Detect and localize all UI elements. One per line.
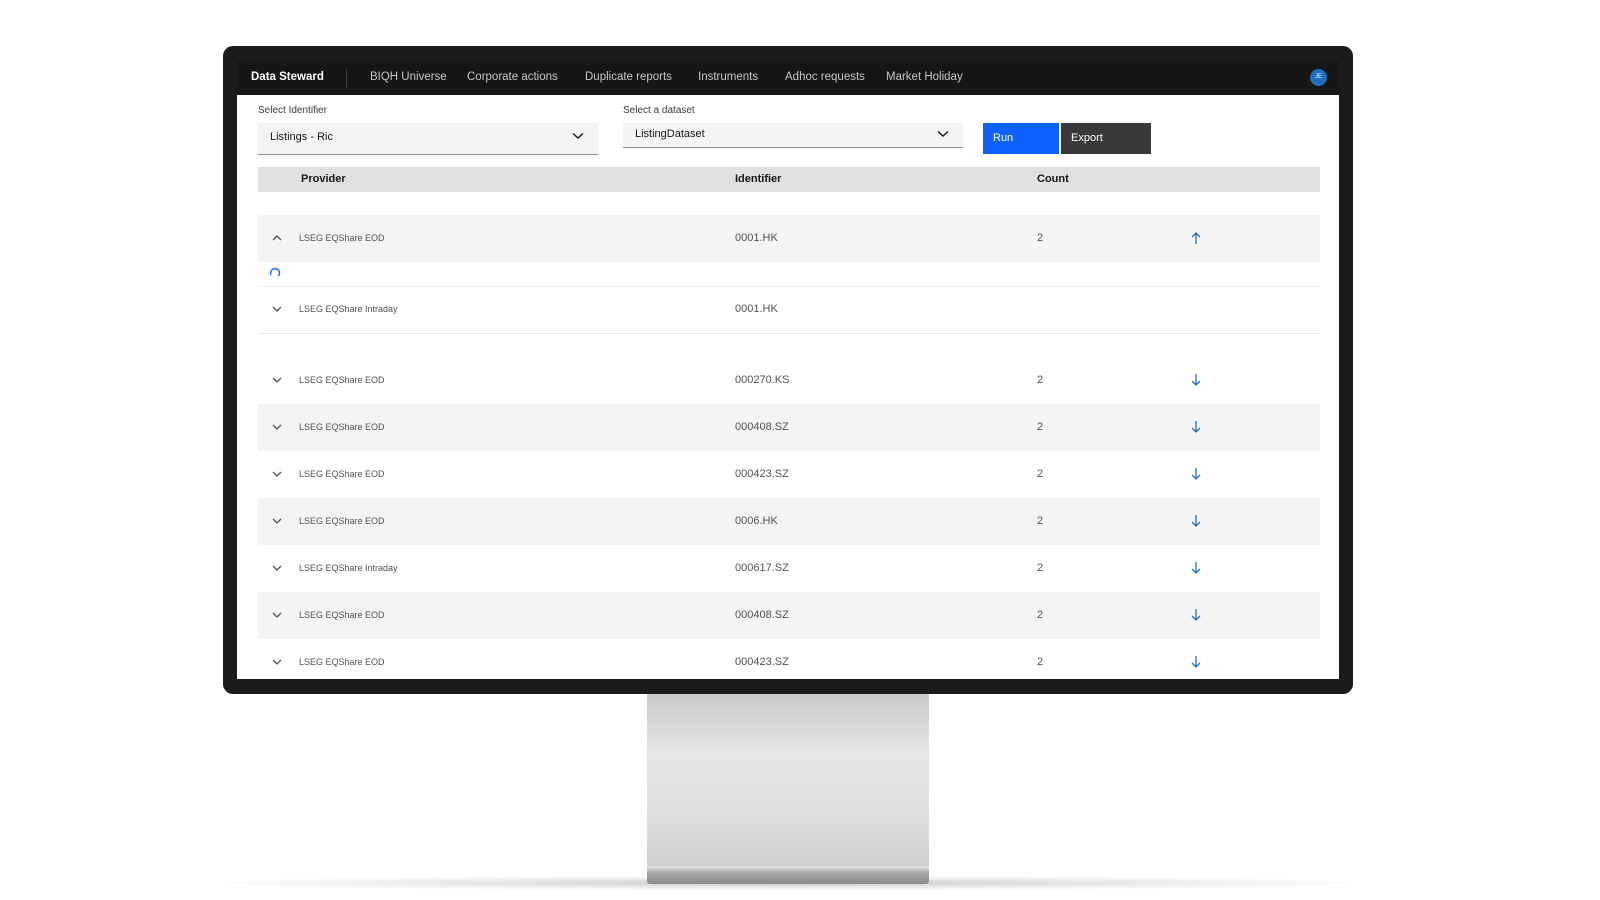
dataset-dropdown-value: ListingDataset [635,128,705,140]
cell-identifier: 000408.SZ [735,609,789,621]
cell-count: 2 [1037,562,1044,574]
nav-corporate-actions[interactable]: Corporate actions [467,71,558,83]
arrow-down-icon[interactable] [1190,373,1202,387]
chevron-down-icon[interactable] [270,609,284,621]
table-row[interactable]: LSEG EQShare Intraday 0001.HK [258,286,1320,334]
run-button[interactable]: Run [983,123,1059,154]
arrow-down-icon[interactable] [1190,608,1202,622]
header-provider[interactable]: Provider [301,173,346,185]
nav-divider [346,68,347,88]
nav-instruments[interactable]: Instruments [698,71,758,83]
cell-identifier: 0001.HK [735,303,778,315]
table-header: Provider Identifier Count [258,167,1320,192]
chevron-down-icon [937,130,949,137]
monitor-stand-base [647,866,929,884]
chevron-down-icon[interactable] [270,515,284,527]
cell-identifier: 0006.HK [735,515,778,527]
cell-provider: LSEG EQShare EOD [299,610,385,620]
table-row[interactable]: LSEG EQShare EOD 000423.SZ 2 [258,639,1320,679]
cell-count: 2 [1037,421,1044,433]
header-identifier[interactable]: Identifier [735,173,781,185]
chevron-down-icon[interactable] [270,374,284,386]
nav-adhoc-requests[interactable]: Adhoc requests [785,71,865,83]
nav-biqh-universe[interactable]: BIQH Universe [370,71,447,83]
chevron-down-icon [572,132,584,139]
nav-duplicate-reports[interactable]: Duplicate reports [585,71,672,83]
monitor-stand [647,694,929,869]
dataset-dropdown[interactable]: ListingDataset [623,123,963,148]
arrow-down-icon[interactable] [1190,467,1202,481]
cell-provider: LSEG EQShare Intraday [299,304,398,314]
cell-count: 2 [1037,656,1044,668]
table-row[interactable]: LSEG EQShare EOD 000408.SZ 2 [258,404,1320,451]
cell-provider: LSEG EQShare EOD [299,516,385,526]
app-title[interactable]: Data Steward [251,71,324,83]
header-count[interactable]: Count [1037,173,1069,185]
cell-count: 2 [1037,374,1044,386]
chevron-down-icon[interactable] [270,468,284,480]
cell-identifier: 000617.SZ [735,562,789,574]
table-row[interactable]: LSEG EQShare EOD 000423.SZ 2 [258,451,1320,498]
chevron-down-icon[interactable] [270,656,284,668]
row-loading-indicator [258,261,1320,287]
cell-provider: LSEG EQShare EOD [299,469,385,479]
cell-identifier: 0001.HK [735,232,778,244]
arrow-down-icon[interactable] [1190,655,1202,669]
cell-provider: LSEG EQShare EOD [299,375,385,385]
loading-spinner-icon [269,267,281,277]
cell-count: 2 [1037,609,1044,621]
user-avatar[interactable]: JE [1310,69,1327,86]
export-button[interactable]: Export [1061,123,1151,154]
chevron-down-icon[interactable] [270,562,284,574]
dataset-label: Select a dataset [623,105,695,116]
table-row[interactable]: LSEG EQShare EOD 0006.HK 2 [258,498,1320,545]
table-row[interactable]: LSEG EQShare EOD 000270.KS 2 [258,357,1320,404]
arrow-down-icon[interactable] [1190,420,1202,434]
cell-identifier: 000423.SZ [735,656,789,668]
identifier-label: Select Identifier [258,105,327,116]
app-screen: Data Steward BIQH Universe Corporate act… [237,61,1339,679]
cell-identifier: 000270.KS [735,374,790,386]
identifier-dropdown-value: Listings - Ric [270,131,333,143]
chevron-down-icon[interactable] [270,303,284,315]
nav-market-holiday[interactable]: Market Holiday [886,71,963,83]
cell-provider: LSEG EQShare EOD [299,233,385,243]
table-row[interactable]: LSEG EQShare Intraday 000617.SZ 2 [258,545,1320,592]
top-nav-bar: Data Steward BIQH Universe Corporate act… [237,61,1339,95]
cell-count: 2 [1037,515,1044,527]
table-row[interactable]: LSEG EQShare EOD 0001.HK 2 [258,215,1320,262]
cell-provider: LSEG EQShare EOD [299,657,385,667]
identifier-dropdown[interactable]: Listings - Ric [258,123,598,155]
cell-count: 2 [1037,468,1044,480]
cell-identifier: 000423.SZ [735,468,789,480]
arrow-up-icon[interactable] [1190,231,1202,245]
chevron-up-icon[interactable] [270,232,284,244]
cell-provider: LSEG EQShare Intraday [299,563,398,573]
arrow-down-icon[interactable] [1190,561,1202,575]
table-row[interactable]: LSEG EQShare EOD 000408.SZ 2 [258,592,1320,639]
cell-provider: LSEG EQShare EOD [299,422,385,432]
chevron-down-icon[interactable] [270,421,284,433]
arrow-down-icon[interactable] [1190,514,1202,528]
cell-identifier: 000408.SZ [735,421,789,433]
cell-count: 2 [1037,232,1044,244]
